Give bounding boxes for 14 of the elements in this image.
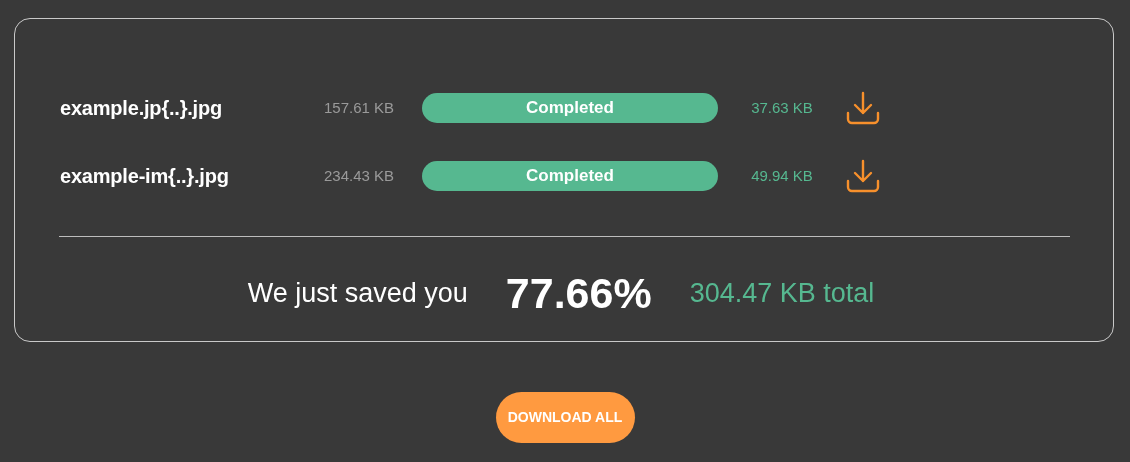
original-size: 234.43 KB	[322, 165, 396, 186]
compressed-size: 49.94 KB	[750, 165, 814, 186]
savings-percent: 77.66%	[505, 268, 652, 319]
file-name: example.jp{..}.jpg	[60, 96, 223, 121]
status-bar: Completed	[422, 93, 718, 123]
download-all-button[interactable]: DOWNLOAD ALL	[495, 392, 635, 443]
download-icon[interactable]	[846, 91, 880, 125]
download-icon[interactable]	[846, 159, 880, 193]
file-name: example-im{..}.jpg	[60, 164, 230, 189]
original-size: 157.61 KB	[322, 97, 396, 118]
savings-total: 304.47 KB total	[689, 277, 875, 310]
compressed-size: 37.63 KB	[750, 97, 814, 118]
status-bar: Completed	[422, 161, 718, 191]
summary-text: We just saved you	[247, 277, 468, 310]
